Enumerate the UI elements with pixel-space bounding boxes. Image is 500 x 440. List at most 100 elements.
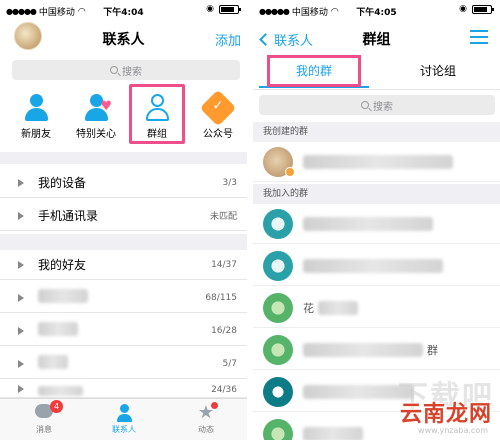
person-icon bbox=[22, 94, 50, 122]
nav-bar: 联系人 添加 bbox=[0, 22, 247, 54]
owner-badge-icon bbox=[285, 166, 295, 177]
quick-actions: 新朋友 ♥ 特别关心 群组 ✓ 公众号 bbox=[0, 88, 247, 144]
official-account-icon: ✓ bbox=[199, 89, 237, 127]
expand-arrow-icon bbox=[18, 178, 24, 187]
expand-arrow-icon bbox=[18, 260, 24, 269]
battery-icon bbox=[472, 4, 494, 14]
group-name: 花 bbox=[303, 300, 358, 316]
search-input[interactable]: 搜索 bbox=[259, 95, 495, 115]
search-icon bbox=[110, 66, 118, 74]
expand-arrow-icon bbox=[18, 326, 24, 335]
search-placeholder: 搜索 bbox=[122, 66, 142, 78]
list-item[interactable] bbox=[253, 142, 500, 182]
highlight-box bbox=[129, 84, 185, 144]
group-name-text: 群 bbox=[427, 343, 438, 357]
expand-arrow-icon bbox=[18, 359, 24, 368]
page-title: 联系人 bbox=[102, 32, 145, 48]
tab-discussion-groups[interactable]: 讨论组 bbox=[383, 56, 493, 88]
separator bbox=[0, 234, 247, 250]
row-label: 我的好友 bbox=[38, 258, 87, 272]
group-avatar bbox=[263, 292, 293, 323]
tab-messages[interactable]: 4 消息 bbox=[14, 400, 74, 435]
search-placeholder: 搜索 bbox=[373, 101, 393, 113]
row-count: 3/3 bbox=[222, 177, 237, 188]
list-item[interactable]: 我的设备 3/3 bbox=[0, 168, 247, 198]
row-label bbox=[38, 322, 211, 339]
row-count: 16/28 bbox=[211, 325, 237, 336]
group-avatar bbox=[263, 376, 293, 407]
group-avatar bbox=[263, 250, 293, 281]
list-item[interactable]: 68/115 bbox=[0, 283, 247, 313]
list-item[interactable]: 花 bbox=[253, 288, 500, 328]
search-input[interactable]: 搜索 bbox=[12, 60, 240, 80]
section-header-created: 我创建的群 bbox=[253, 122, 500, 142]
unread-badge: 4 bbox=[50, 400, 63, 413]
section-header-joined: 我加入的群 bbox=[253, 184, 500, 204]
expand-arrow-icon bbox=[18, 385, 24, 393]
add-button[interactable]: 添加 bbox=[215, 30, 241, 49]
search-icon bbox=[361, 101, 369, 109]
page-title: 群组 bbox=[362, 32, 391, 48]
list-item[interactable]: 我的好友 14/37 bbox=[0, 250, 247, 280]
group-name bbox=[303, 216, 433, 231]
tab-feed-label: 动态 bbox=[198, 425, 214, 434]
list-item[interactable] bbox=[253, 204, 500, 244]
row-label: 手机通讯录 bbox=[38, 209, 99, 223]
row-label bbox=[38, 289, 205, 306]
group-name bbox=[303, 258, 443, 273]
tab-bar: 4 消息 联系人 ★ 动态 bbox=[0, 398, 247, 440]
group-name bbox=[303, 384, 413, 399]
separator bbox=[0, 152, 247, 164]
official-accounts-button[interactable]: ✓ 公众号 bbox=[188, 88, 247, 144]
highlight-box bbox=[267, 55, 361, 87]
groups-screen: ●●●●● 中国移动 ◠ 下午4:05 ◉ 联系人 群组 我的群 讨论组 搜索 我创… bbox=[253, 0, 500, 440]
status-bar: ●●●●● 中国移动 ◠ 下午4:04 ◉ bbox=[0, 0, 247, 20]
group-avatar bbox=[263, 208, 293, 239]
watermark-text: 云南龙网 bbox=[399, 402, 492, 427]
list-item[interactable]: 群 bbox=[253, 330, 500, 370]
group-avatar bbox=[263, 146, 295, 177]
contacts-icon bbox=[114, 404, 134, 422]
orientation-lock-icon: ◉ bbox=[206, 4, 214, 14]
contacts-screen: ●●●●● 中国移动 ◠ 下午4:04 ◉ 联系人 添加 搜索 新朋友 ♥ 特别关心… bbox=[0, 0, 247, 440]
row-label bbox=[38, 355, 223, 372]
row-count: 未匹配 bbox=[209, 212, 237, 222]
status-bar: ●●●●● 中国移动 ◠ 下午4:05 ◉ bbox=[253, 0, 500, 20]
menu-icon[interactable] bbox=[470, 30, 488, 44]
row-count: 24/36 bbox=[211, 385, 237, 395]
watermark-url: www.ynzaba.com bbox=[418, 426, 488, 435]
tab-contacts-label: 联系人 bbox=[112, 425, 136, 434]
row-count: 5/7 bbox=[222, 358, 237, 369]
list-item[interactable]: 24/36 bbox=[0, 382, 247, 398]
nav-bar: 联系人 群组 bbox=[253, 22, 500, 54]
new-friends-button[interactable]: 新朋友 bbox=[6, 88, 66, 144]
list-item[interactable]: 手机通讯录 未匹配 bbox=[0, 201, 247, 231]
group-name-text: 花 bbox=[303, 301, 314, 315]
group-name bbox=[303, 426, 363, 440]
orientation-lock-icon: ◉ bbox=[459, 4, 467, 14]
row-label bbox=[38, 385, 211, 399]
group-avatar bbox=[263, 334, 293, 365]
battery-icon bbox=[219, 4, 241, 14]
group-name: 群 bbox=[303, 342, 438, 358]
star-icon: ★ bbox=[196, 402, 218, 422]
list-item[interactable]: 5/7 bbox=[0, 349, 247, 379]
tab-messages-label: 消息 bbox=[36, 425, 52, 434]
message-icon: 4 bbox=[34, 400, 63, 422]
tab-feed[interactable]: ★ 动态 bbox=[176, 401, 236, 435]
list-item[interactable] bbox=[253, 246, 500, 286]
group-avatar bbox=[263, 418, 293, 440]
group-name bbox=[303, 154, 453, 169]
notification-dot bbox=[211, 402, 218, 409]
official-accounts-label: 公众号 bbox=[203, 129, 233, 140]
new-friends-label: 新朋友 bbox=[21, 129, 51, 140]
row-count: 68/115 bbox=[205, 292, 237, 303]
expand-arrow-icon bbox=[18, 293, 24, 302]
special-care-label: 特别关心 bbox=[76, 129, 116, 140]
row-count: 14/37 bbox=[211, 259, 237, 270]
list-item[interactable]: 16/28 bbox=[0, 316, 247, 346]
tab-contacts[interactable]: 联系人 bbox=[94, 401, 154, 435]
special-care-button[interactable]: ♥ 特别关心 bbox=[66, 88, 126, 144]
person-heart-icon: ♥ bbox=[82, 94, 112, 122]
expand-arrow-icon bbox=[18, 211, 24, 220]
